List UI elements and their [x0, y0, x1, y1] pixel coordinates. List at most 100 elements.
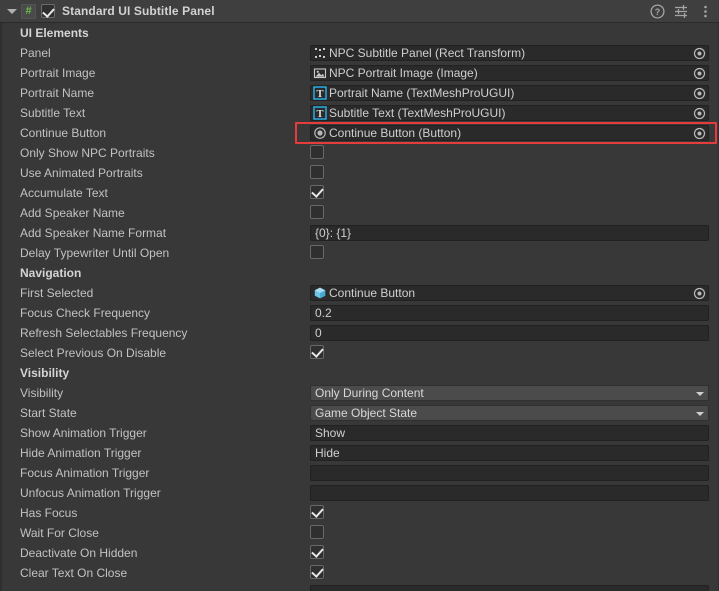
- text-input-add-speaker-name-format[interactable]: {0}: {1}: [310, 225, 709, 241]
- object-picker-icon[interactable]: [692, 126, 707, 140]
- header-icon-group: ?: [650, 0, 713, 23]
- dropdown-start-state[interactable]: Game Object State: [310, 405, 709, 421]
- dropdown-visibility[interactable]: Only During Content: [310, 385, 709, 401]
- text-input-field[interactable]: [310, 585, 709, 591]
- text-input-value: 0.2: [315, 306, 332, 320]
- checkbox-only-show-npc-portraits[interactable]: [310, 145, 324, 159]
- object-field-panel[interactable]: NPC Subtitle Panel (Rect Transform): [310, 45, 709, 61]
- property-row-clear-text-on-close: Clear Text On Close: [0, 563, 719, 583]
- property-row-first-selected: First Selected Continue Button: [0, 283, 719, 303]
- object-field-value: Continue Button (Button): [329, 126, 462, 140]
- property-row-portrait-image: Portrait Image NPC Portrait Image (Image): [0, 63, 719, 83]
- property-label: Portrait Image: [20, 66, 96, 80]
- checkbox-clear-text-on-close[interactable]: [310, 565, 324, 579]
- chevron-down-icon: [696, 392, 704, 396]
- property-label: Portrait Name: [20, 86, 95, 100]
- property-row-delay-typewriter-until-open: Delay Typewriter Until Open: [0, 243, 719, 263]
- field-wrapper: Hide: [310, 445, 709, 461]
- text-input-hide-animation-trigger[interactable]: Hide: [310, 445, 709, 461]
- section-header-visibility: Visibility: [0, 363, 719, 383]
- property-row-add-speaker-name-format: Add Speaker Name Format {0}: {1}: [0, 223, 719, 243]
- property-row-use-animated-portraits: Use Animated Portraits: [0, 163, 719, 183]
- field-wrapper: Show: [310, 425, 709, 441]
- property-row-add-speaker-name: Add Speaker Name: [0, 203, 719, 223]
- property-row-refresh-selectables-frequency: Refresh Selectables Frequency 0: [0, 323, 719, 343]
- object-picker-icon[interactable]: [692, 86, 707, 100]
- section-header-ui-elements: UI Elements: [0, 23, 719, 43]
- object-picker-icon[interactable]: [692, 286, 707, 300]
- object-picker-icon[interactable]: [692, 106, 707, 120]
- svg-text:T: T: [316, 89, 323, 100]
- text-input-focus-animation-trigger[interactable]: [310, 465, 709, 481]
- field-wrapper: Continue Button: [310, 285, 709, 301]
- field-wrapper: 0: [310, 325, 709, 341]
- textmeshpro-icon: T: [313, 106, 327, 120]
- field-wrapper: Continue Button (Button): [310, 125, 709, 141]
- checkbox-select-previous-on-disable[interactable]: [310, 345, 324, 359]
- object-field-value: Continue Button: [329, 286, 416, 300]
- property-label: Hide Animation Trigger: [20, 446, 142, 460]
- checkbox-deactivate-on-hidden[interactable]: [310, 545, 324, 559]
- property-label: Panel: [20, 46, 51, 60]
- checkbox-wait-for-close[interactable]: [310, 525, 324, 539]
- text-input-refresh-selectables-frequency[interactable]: 0: [310, 325, 709, 341]
- property-row-field: [0, 583, 719, 591]
- property-row-has-focus: Has Focus: [0, 503, 719, 523]
- checkbox-add-speaker-name[interactable]: [310, 205, 324, 219]
- property-label: Clear Text On Close: [20, 566, 128, 580]
- property-label: Start State: [20, 406, 77, 420]
- field-wrapper: NPC Portrait Image (Image): [310, 65, 709, 81]
- checkbox-accumulate-text[interactable]: [310, 185, 324, 199]
- field-wrapper: T Subtitle Text (TextMeshProUGUI): [310, 105, 709, 121]
- kebab-menu-icon[interactable]: [698, 4, 713, 19]
- property-row-panel: Panel NPC Subtitle Panel (Rect Transform): [0, 43, 719, 63]
- property-label: Visibility: [20, 386, 64, 400]
- object-field-value: NPC Portrait Image (Image): [329, 66, 478, 80]
- svg-text:T: T: [316, 109, 323, 120]
- section-title: Visibility: [20, 366, 70, 380]
- component-enabled-checkbox[interactable]: [41, 4, 55, 18]
- button-component-icon: [313, 126, 327, 140]
- property-label: Deactivate On Hidden: [20, 546, 138, 560]
- property-label: Only Show NPC Portraits: [20, 146, 155, 160]
- checkbox-has-focus[interactable]: [310, 505, 324, 519]
- object-field-subtitle-text[interactable]: T Subtitle Text (TextMeshProUGUI): [310, 105, 709, 121]
- field-wrapper: [310, 585, 709, 591]
- object-field-first-selected[interactable]: Continue Button: [310, 285, 709, 301]
- property-row-visibility: Visibility Only During Content: [0, 383, 719, 403]
- component-header[interactable]: # Standard UI Subtitle Panel ?: [0, 0, 719, 23]
- property-label: Unfocus Animation Trigger: [20, 486, 161, 500]
- object-picker-icon[interactable]: [692, 66, 707, 80]
- text-input-unfocus-animation-trigger[interactable]: [310, 485, 709, 501]
- checkbox-delay-typewriter-until-open[interactable]: [310, 245, 324, 259]
- help-icon[interactable]: ?: [650, 4, 665, 19]
- dropdown-value: Game Object State: [315, 406, 418, 420]
- text-input-focus-check-frequency[interactable]: 0.2: [310, 305, 709, 321]
- property-label: Subtitle Text: [20, 106, 86, 120]
- property-row-select-previous-on-disable: Select Previous On Disable: [0, 343, 719, 363]
- field-wrapper: NPC Subtitle Panel (Rect Transform): [310, 45, 709, 61]
- property-label: Continue Button: [20, 126, 107, 140]
- script-hash-icon: #: [21, 3, 36, 19]
- checkbox-use-animated-portraits[interactable]: [310, 165, 324, 179]
- preset-sliders-icon[interactable]: [674, 4, 689, 19]
- inspector-rows: UI Elements Panel NPC Subtitle Panel (Rect…: [0, 23, 719, 591]
- text-input-show-animation-trigger[interactable]: Show: [310, 425, 709, 441]
- property-row-focus-animation-trigger: Focus Animation Trigger: [0, 463, 719, 483]
- gameobject-cube-icon: [313, 286, 327, 300]
- svg-text:?: ?: [655, 7, 661, 17]
- object-field-portrait-name[interactable]: T Portrait Name (TextMeshProUGUI): [310, 85, 709, 101]
- component-title: Standard UI Subtitle Panel: [62, 4, 215, 18]
- object-field-continue-button[interactable]: Continue Button (Button): [310, 125, 709, 141]
- object-field-portrait-image[interactable]: NPC Portrait Image (Image): [310, 65, 709, 81]
- field-wrapper: T Portrait Name (TextMeshProUGUI): [310, 85, 709, 101]
- rect-transform-icon: [313, 46, 327, 60]
- property-row-only-show-npc-portraits: Only Show NPC Portraits: [0, 143, 719, 163]
- property-row-wait-for-close: Wait For Close: [0, 523, 719, 543]
- triangle-down-icon[interactable]: [6, 5, 18, 17]
- section-title: UI Elements: [20, 26, 89, 40]
- field-wrapper: {0}: {1}: [310, 225, 709, 241]
- field-wrapper: Game Object State: [310, 405, 709, 421]
- object-picker-icon[interactable]: [692, 46, 707, 60]
- field-wrapper: [310, 485, 709, 501]
